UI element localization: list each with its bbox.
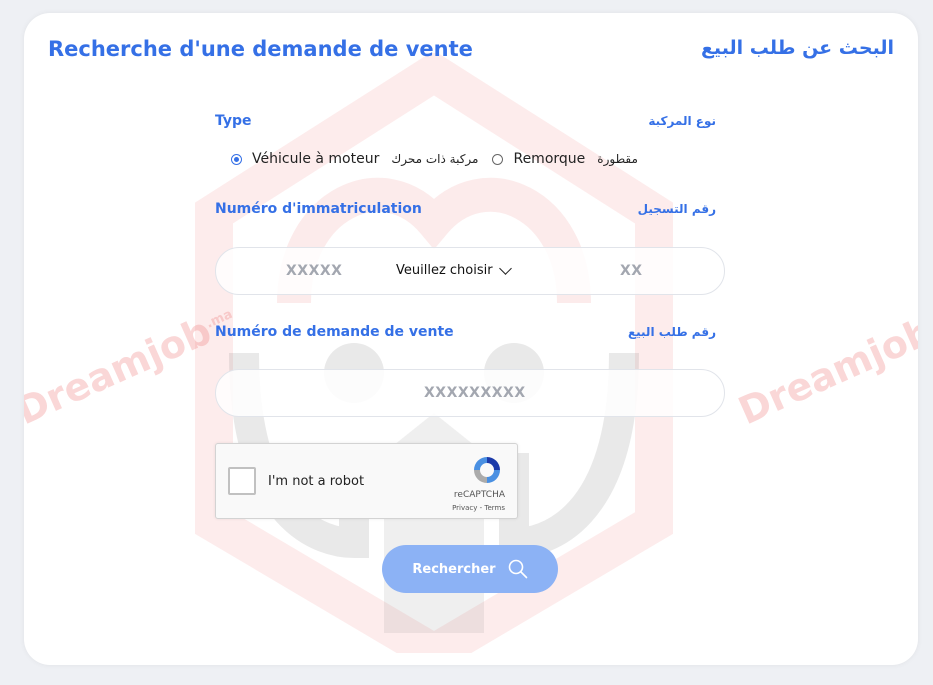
registration-region-select[interactable]: Veuillez choisir <box>396 261 512 278</box>
type-label-fr: Type <box>215 113 252 129</box>
sale-request-label-ar: رقم طلب البيع <box>627 325 716 339</box>
recaptcha-links[interactable]: Privacy - Terms <box>425 504 505 512</box>
type-label-ar: نوع المركبة <box>648 114 716 128</box>
page-title-ar: البحث عن طلب البيع <box>700 37 894 59</box>
registration-label-fr: Numéro d'immatriculation <box>215 201 422 217</box>
sale-request-label-fr: Numéro de demande de vente <box>215 324 454 340</box>
search-button[interactable]: Rechercher <box>382 545 558 593</box>
radio-trailer-label-fr[interactable]: Remorque <box>513 151 585 167</box>
page-title-fr: Recherche d'une demande de vente <box>48 37 473 61</box>
chevron-down-icon <box>498 261 512 275</box>
registration-label-ar: رقم التسجيل <box>637 202 716 216</box>
sale-request-field[interactable]: XXXXXXXXX <box>215 369 725 417</box>
recaptcha-widget: I'm not a robot reCAPTCHA Privacy - Term… <box>215 443 518 519</box>
recaptcha-label: I'm not a robot <box>268 474 365 489</box>
registration-select-value: Veuillez choisir <box>396 263 493 278</box>
sale-request-input[interactable]: XXXXXXXXX <box>424 385 526 401</box>
search-button-label: Rechercher <box>412 561 496 577</box>
radio-trailer-label-ar[interactable]: مقطورة <box>597 152 638 166</box>
radio-vehicle-motor-label-ar[interactable]: مركبة ذات محرك <box>391 152 478 166</box>
registration-field: XXXXX Veuillez choisir XX <box>215 247 725 295</box>
recaptcha-checkbox[interactable] <box>228 467 256 495</box>
registration-part3-input[interactable]: XX <box>620 263 643 279</box>
recaptcha-logo-icon <box>474 457 500 483</box>
registration-part1-input[interactable]: XXXXX <box>286 263 342 279</box>
watermark-text-right: Dreamjob.ma <box>732 308 918 434</box>
recaptcha-brand: reCAPTCHA <box>453 490 505 500</box>
radio-trailer[interactable] <box>492 153 504 165</box>
search-card: Dreamjob.ma Dreamjob.ma Recherche d'une … <box>24 13 918 665</box>
search-icon <box>508 559 527 579</box>
radio-vehicle-motor[interactable] <box>231 153 242 165</box>
vehicle-type-radio-group: Véhicule à moteur مركبة ذات محرك Remorqu… <box>231 151 650 167</box>
radio-vehicle-motor-label-fr[interactable]: Véhicule à moteur <box>252 151 379 167</box>
